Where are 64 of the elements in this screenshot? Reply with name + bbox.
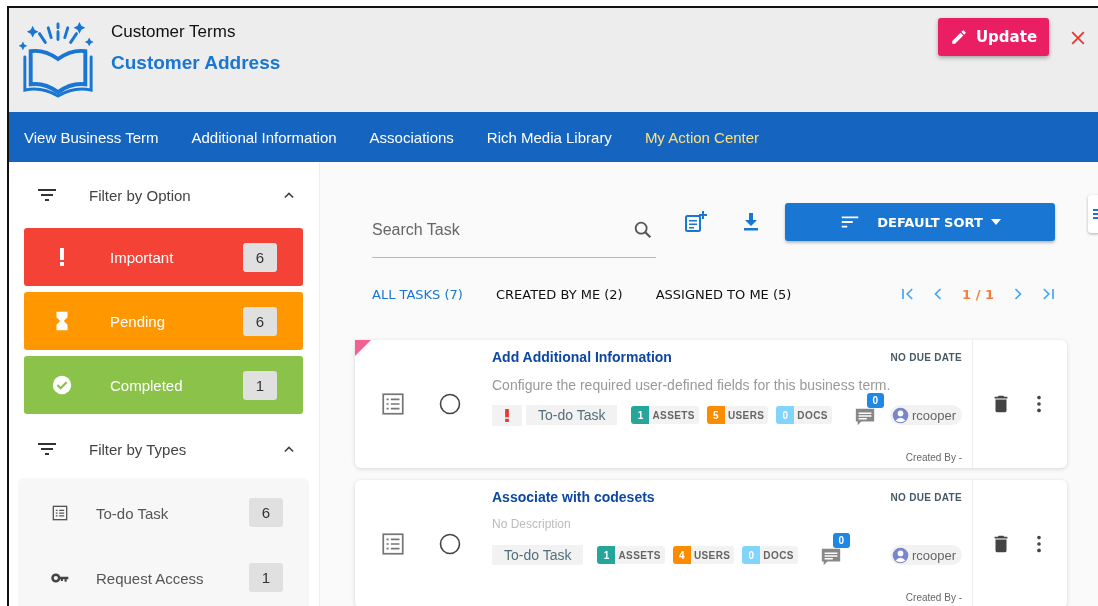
- task-description: Configure the required user-defined fields for this business term.: [492, 377, 892, 394]
- avatar-icon: [891, 406, 909, 424]
- count-badge: 1: [249, 563, 283, 592]
- option-label: Completed: [110, 376, 184, 394]
- radio-button[interactable]: [438, 392, 462, 416]
- due-date: NO DUE DATE: [890, 491, 962, 503]
- users-chip[interactable]: 4 USERS: [672, 546, 735, 564]
- task-tab[interactable]: ASSIGNED TO ME (5): [655, 286, 792, 302]
- radio-button[interactable]: [438, 532, 462, 556]
- task-tab[interactable]: CREATED BY ME (2): [495, 286, 623, 302]
- type-label[interactable]: Request Access: [96, 570, 249, 587]
- nav-tab[interactable]: View Business Term: [24, 128, 159, 146]
- filter-option[interactable]: Completed 1: [24, 356, 303, 414]
- list-icon: [50, 503, 70, 523]
- due-date: NO DUE DATE: [890, 351, 962, 363]
- assets-chip[interactable]: 1 ASSETS: [631, 406, 699, 424]
- count-badge: 1: [243, 370, 277, 400]
- task-card[interactable]: Associate with codesets NO DUE DATE No Description To-do Task 1 ASSETS 4 USERS 0 DOCS 0 rcooper Created By -: [355, 480, 1067, 606]
- sort-button[interactable]: DEFAULT SORT: [785, 203, 1055, 241]
- search-field[interactable]: Search Task: [372, 220, 632, 239]
- count-badge: 6: [243, 242, 277, 272]
- exclamation-icon: [505, 408, 509, 422]
- update-button[interactable]: Update: [938, 18, 1049, 56]
- list-icon: [380, 391, 406, 417]
- add-note-icon[interactable]: [683, 210, 707, 234]
- pencil-icon: [949, 28, 968, 46]
- option-label: Pending: [110, 312, 167, 330]
- filter-heading: Filter by Option: [89, 186, 192, 204]
- exclamation-icon: [60, 248, 64, 266]
- option-label: Important: [110, 248, 175, 266]
- count-badge: 6: [249, 498, 283, 527]
- filter-option[interactable]: Pending 6: [24, 292, 303, 350]
- task-card[interactable]: Add Additional Information NO DUE DATE Configure the required user-defined fields for this business term. To-do Task 1 ASSETS 5 USERS 0 DOCS 0 rcooper Created By -: [355, 340, 1067, 468]
- created-by-text: Created By -: [904, 592, 962, 603]
- page-title: Customer Address: [111, 52, 282, 74]
- type-label[interactable]: To-do Task: [96, 505, 249, 522]
- task-title[interactable]: Add Additional Information: [492, 349, 672, 365]
- task-type: To-do Task: [526, 405, 618, 425]
- user-chip[interactable]: rcooper: [889, 545, 962, 565]
- docs-chip[interactable]: 0 DOCS: [776, 406, 832, 424]
- docs-chip[interactable]: 0 DOCS: [742, 546, 798, 564]
- task-tab[interactable]: ALL TASKS (7): [372, 286, 463, 302]
- page-subtitle: Customer Terms: [111, 22, 237, 42]
- users-chip[interactable]: 5 USERS: [706, 406, 769, 424]
- user-chip[interactable]: rcooper: [889, 405, 962, 425]
- assets-chip[interactable]: 1 ASSETS: [597, 546, 665, 564]
- task-type: To-do Task: [492, 545, 584, 565]
- list-icon: [380, 531, 406, 557]
- task-description: No Description: [492, 517, 572, 533]
- nav-tab[interactable]: My Action Center: [644, 128, 760, 146]
- page-indicator: 1 / 1: [962, 286, 994, 302]
- check-circle-icon: [51, 374, 73, 396]
- created-by-text: Created By -: [904, 452, 962, 463]
- nav-tab[interactable]: Rich Media Library: [486, 128, 612, 146]
- filter-option[interactable]: Important 6: [24, 228, 303, 286]
- avatar-icon: [891, 546, 909, 564]
- count-badge: 6: [243, 306, 277, 336]
- comment-count: 0: [832, 533, 850, 548]
- nav-tab[interactable]: Associations: [369, 128, 454, 146]
- filter-heading: Filter by Types: [89, 440, 188, 458]
- task-title[interactable]: Associate with codesets: [492, 489, 655, 505]
- comment-count: 0: [866, 393, 884, 408]
- caret-down-icon: [990, 219, 1001, 225]
- nav-tab[interactable]: Additional Information: [191, 128, 337, 146]
